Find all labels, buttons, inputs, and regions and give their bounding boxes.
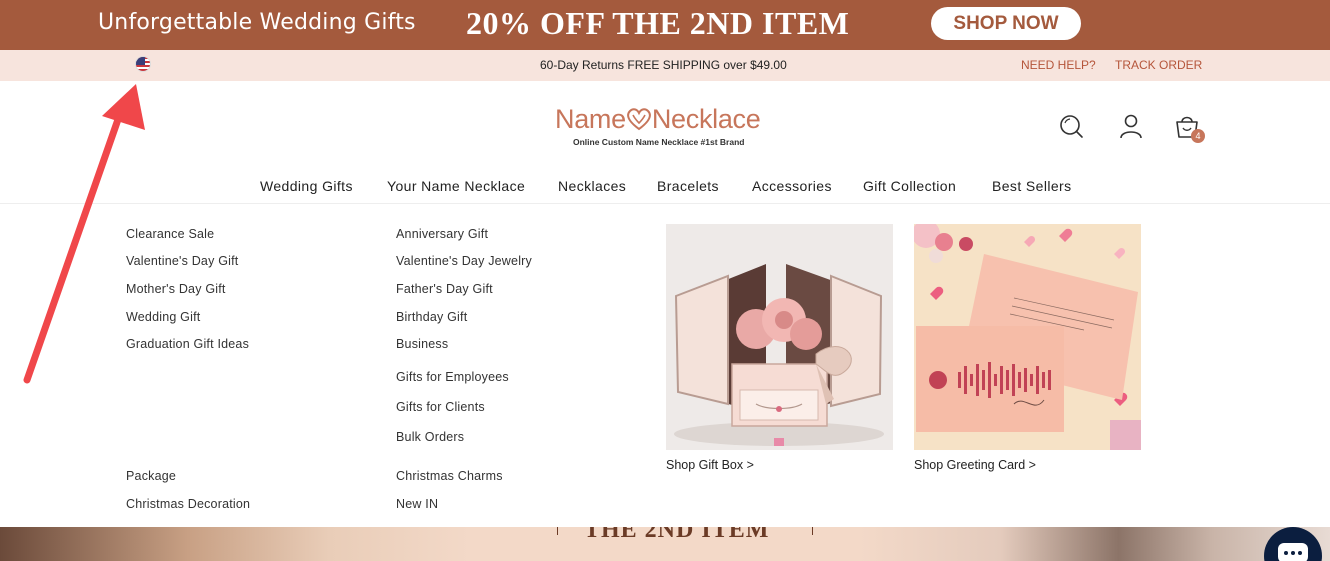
main-nav: Wedding Gifts Your Name Necklace Necklac… bbox=[0, 170, 1330, 204]
menu-link-business[interactable]: Business bbox=[396, 337, 448, 351]
menu-link-gifts-for-clients[interactable]: Gifts for Clients bbox=[396, 400, 485, 414]
hero-necklace-model-image bbox=[0, 527, 470, 561]
hero-couple-image bbox=[860, 527, 1330, 561]
nav-accessories[interactable]: Accessories bbox=[752, 178, 832, 194]
account-icon[interactable] bbox=[1117, 112, 1145, 140]
nav-gift-collection[interactable]: Gift Collection bbox=[863, 178, 956, 194]
menu-link-new-in[interactable]: New IN bbox=[396, 497, 438, 511]
need-help-link[interactable]: NEED HELP? bbox=[1021, 58, 1096, 72]
menu-link-bulk-orders[interactable]: Bulk Orders bbox=[396, 430, 464, 444]
cart-count-badge: 4 bbox=[1191, 129, 1205, 143]
menu-link-package[interactable]: Package bbox=[126, 469, 176, 483]
shop-gift-box-link[interactable]: Shop Gift Box > bbox=[666, 458, 754, 472]
site-logo[interactable]: Name Necklace Online Custom Name Necklac… bbox=[555, 104, 777, 150]
logo-wordmark: Name Necklace bbox=[555, 104, 761, 135]
menu-link-gifts-for-employees[interactable]: Gifts for Employees bbox=[396, 370, 509, 384]
logo-name: Name bbox=[555, 104, 626, 134]
promo-center-text: 20% OFF THE 2ND ITEM bbox=[466, 5, 850, 41]
track-order-link[interactable]: TRACK ORDER bbox=[1115, 58, 1202, 72]
gift-box-image[interactable] bbox=[666, 224, 893, 450]
menu-link-mothers-day-gift[interactable]: Mother's Day Gift bbox=[126, 282, 226, 296]
menu-link-fathers-day-gift[interactable]: Father's Day Gift bbox=[396, 282, 493, 296]
nav-best-sellers[interactable]: Best Sellers bbox=[992, 178, 1072, 194]
menu-link-wedding-gift[interactable]: Wedding Gift bbox=[126, 310, 200, 324]
promo-left-text: Unforgettable Wedding Gifts bbox=[98, 10, 416, 35]
nav-bracelets[interactable]: Bracelets bbox=[657, 178, 719, 194]
menu-link-anniversary-gift[interactable]: Anniversary Gift bbox=[396, 227, 488, 241]
nav-necklaces[interactable]: Necklaces bbox=[558, 178, 626, 194]
search-icon[interactable] bbox=[1057, 112, 1085, 140]
heart-logo-icon bbox=[627, 108, 651, 131]
hero-banner[interactable]: THE 2ND ITEM bbox=[0, 527, 1330, 561]
menu-link-clearance-sale[interactable]: Clearance Sale bbox=[126, 227, 214, 241]
nav-your-name-necklace[interactable]: Your Name Necklace bbox=[387, 178, 525, 194]
us-flag-icon[interactable] bbox=[135, 56, 151, 72]
menu-link-christmas-charms[interactable]: Christmas Charms bbox=[396, 469, 503, 483]
promo-banner: Unforgettable Wedding Gifts 20% OFF THE … bbox=[0, 0, 1330, 50]
shop-now-button[interactable]: SHOP NOW bbox=[931, 7, 1081, 40]
chat-dot bbox=[1284, 551, 1288, 555]
shipping-notice: 60-Day Returns FREE SHIPPING over $49.00 bbox=[540, 58, 787, 72]
chat-dot bbox=[1298, 551, 1302, 555]
hero-divider-right bbox=[812, 527, 813, 535]
menu-link-graduation-gift-ideas[interactable]: Graduation Gift Ideas bbox=[126, 337, 249, 351]
hero-divider-left bbox=[557, 527, 558, 535]
menu-link-birthday-gift[interactable]: Birthday Gift bbox=[396, 310, 467, 324]
chat-dot bbox=[1291, 551, 1295, 555]
logo-tagline: Online Custom Name Necklace #1st Brand bbox=[573, 137, 745, 147]
shop-greeting-card-link[interactable]: Shop Greeting Card > bbox=[914, 458, 1036, 472]
chat-bubble-icon bbox=[1278, 543, 1308, 561]
logo-name2: Necklace bbox=[651, 104, 761, 134]
hero-text: THE 2ND ITEM bbox=[584, 527, 770, 543]
utility-bar: 60-Day Returns FREE SHIPPING over $49.00… bbox=[0, 50, 1330, 81]
nav-wedding-gifts[interactable]: Wedding Gifts bbox=[260, 178, 353, 194]
greeting-card-image[interactable] bbox=[914, 224, 1141, 450]
menu-link-valentines-day-gift[interactable]: Valentine's Day Gift bbox=[126, 254, 238, 268]
menu-link-valentines-day-jewelry[interactable]: Valentine's Day Jewelry bbox=[396, 254, 532, 268]
menu-link-christmas-decoration[interactable]: Christmas Decoration bbox=[126, 497, 250, 511]
